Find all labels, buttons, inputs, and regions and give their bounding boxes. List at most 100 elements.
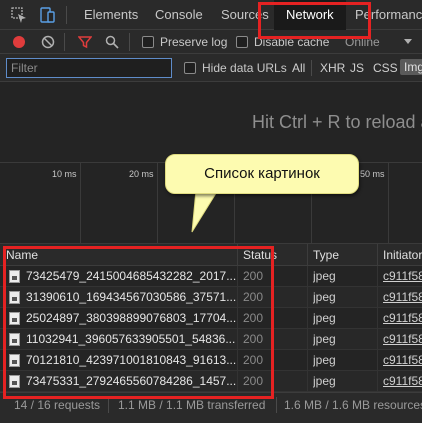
status-divider bbox=[276, 397, 277, 413]
hide-data-urls-label: Hide data URLs bbox=[202, 61, 287, 75]
record-icon[interactable] bbox=[12, 35, 26, 49]
request-initiator-link[interactable]: c911f58 bbox=[383, 350, 422, 371]
tab-elements[interactable]: Elements bbox=[84, 0, 138, 30]
column-status[interactable]: Status bbox=[237, 244, 277, 266]
type-filter-css[interactable]: CSS bbox=[373, 61, 398, 75]
column-initiator[interactable]: Initiator bbox=[377, 244, 422, 266]
tab-network[interactable]: Network bbox=[274, 0, 346, 30]
image-file-icon bbox=[9, 312, 20, 325]
disable-cache-label: Disable cache bbox=[254, 35, 330, 49]
filter-icon[interactable] bbox=[78, 35, 92, 49]
transferred-size: 1.1 MB / 1.1 MB transferred bbox=[118, 398, 266, 412]
column-divider bbox=[307, 308, 308, 329]
request-initiator-link[interactable]: c911f58 bbox=[383, 266, 422, 287]
device-toolbar-icon[interactable] bbox=[38, 6, 56, 24]
request-status: 200 bbox=[243, 374, 264, 388]
table-row[interactable]: 25024897_380398899076803_17704... 200 jp… bbox=[0, 308, 422, 329]
request-name: 11032941_396057633905501_54836... bbox=[26, 332, 236, 346]
clear-icon[interactable] bbox=[41, 35, 55, 49]
column-divider bbox=[237, 287, 238, 308]
column-divider bbox=[377, 287, 378, 308]
reload-hint: Hit Ctrl + R to reload a bbox=[252, 112, 422, 132]
tab-performance[interactable]: Performance bbox=[355, 0, 422, 30]
toolbar-divider bbox=[64, 33, 65, 51]
request-name: 73425479_241500468543228​2_2017... bbox=[26, 269, 236, 283]
hide-data-urls-checkbox[interactable] bbox=[184, 62, 196, 74]
request-status: 200 bbox=[243, 290, 264, 304]
preserve-log-checkbox[interactable] bbox=[142, 36, 154, 48]
column-divider bbox=[307, 287, 308, 308]
image-file-icon bbox=[9, 333, 20, 346]
request-name: 31390610_169434567030586_37571... bbox=[26, 290, 236, 304]
column-divider bbox=[237, 329, 238, 350]
search-icon[interactable] bbox=[105, 35, 119, 49]
request-type: jpeg bbox=[313, 374, 336, 388]
table-row[interactable]: 70121810_423971001810843_91613... 200 jp… bbox=[0, 350, 422, 371]
timeline-gridline bbox=[157, 163, 158, 245]
image-file-icon bbox=[9, 270, 20, 283]
toolbar-divider bbox=[129, 33, 130, 51]
request-status: 200 bbox=[243, 353, 264, 367]
column-name[interactable]: Name bbox=[0, 244, 38, 266]
request-status: 200 bbox=[243, 269, 264, 283]
image-list-callout: Список картинок bbox=[165, 154, 359, 194]
callout-pointer bbox=[191, 190, 219, 233]
requests-table-header: Name Status Type Initiator bbox=[0, 244, 422, 266]
timeline-tick-label: 20 ms bbox=[129, 169, 154, 179]
tab-sources[interactable]: Sources bbox=[221, 0, 269, 30]
request-name: 25024897_380398899076803_17704... bbox=[26, 311, 236, 325]
timeline-gridline bbox=[388, 163, 389, 245]
type-filter-xhr[interactable]: XHR bbox=[320, 61, 345, 75]
network-toolbar: Preserve log Disable cache Online bbox=[0, 30, 422, 54]
column-divider bbox=[237, 308, 238, 329]
column-divider bbox=[377, 350, 378, 371]
request-initiator-link[interactable]: c911f58 bbox=[383, 371, 422, 392]
request-status: 200 bbox=[243, 332, 264, 346]
column-divider bbox=[307, 266, 308, 287]
filter-input[interactable] bbox=[6, 58, 172, 78]
request-type: jpeg bbox=[313, 311, 336, 325]
chevron-down-icon[interactable] bbox=[403, 38, 413, 46]
table-row[interactable]: 73425479_241500468543228​2_2017... 200 j… bbox=[0, 266, 422, 287]
filter-bar: Hide data URLs All XHR JS CSS Img bbox=[0, 54, 422, 82]
request-type: jpeg bbox=[313, 332, 336, 346]
column-divider bbox=[237, 371, 238, 392]
timeline-tick-label: 50 ms bbox=[360, 169, 385, 179]
column-divider bbox=[377, 266, 378, 287]
timeline-tick-label: 10 ms bbox=[52, 169, 77, 179]
request-initiator-link[interactable]: c911f58 bbox=[383, 287, 422, 308]
request-initiator-link[interactable]: c911f58 bbox=[383, 329, 422, 350]
tabbar-divider bbox=[66, 6, 67, 24]
filter-divider bbox=[311, 60, 312, 76]
column-divider bbox=[237, 350, 238, 371]
column-divider bbox=[237, 266, 238, 287]
request-status: 200 bbox=[243, 311, 264, 325]
table-row[interactable]: 31390610_169434567030586_37571... 200 jp… bbox=[0, 287, 422, 308]
timeline-gridline bbox=[80, 163, 81, 245]
request-type: jpeg bbox=[313, 353, 336, 367]
column-divider bbox=[377, 329, 378, 350]
image-file-icon bbox=[9, 354, 20, 367]
requests-list: 73425479_241500468543228​2_2017... 200 j… bbox=[0, 266, 422, 392]
throttling-select[interactable]: Online bbox=[345, 35, 380, 49]
type-filter-all[interactable]: All bbox=[292, 61, 305, 75]
status-divider bbox=[108, 397, 109, 413]
table-row[interactable]: 73475331_279246556078428​6_1457... 200 j… bbox=[0, 371, 422, 392]
type-filter-js[interactable]: JS bbox=[350, 61, 364, 75]
image-file-icon bbox=[9, 291, 20, 304]
network-status-bar: 14 / 16 requests 1.1 MB / 1.1 MB transfe… bbox=[0, 392, 422, 423]
request-initiator-link[interactable]: c911f58 bbox=[383, 308, 422, 329]
request-name: 73475331_279246556078428​6_1457... bbox=[26, 374, 236, 388]
table-row[interactable]: 11032941_396057633905501_54836... 200 jp… bbox=[0, 329, 422, 350]
type-filter-img[interactable]: Img bbox=[400, 59, 422, 75]
preserve-log-label: Preserve log bbox=[160, 35, 228, 49]
column-type[interactable]: Type bbox=[307, 244, 339, 266]
devtools-tabbar: Elements Console Sources Network Perform… bbox=[0, 0, 422, 30]
column-divider bbox=[307, 350, 308, 371]
inspect-cursor-icon[interactable] bbox=[10, 6, 28, 24]
column-divider bbox=[377, 371, 378, 392]
disable-cache-checkbox[interactable] bbox=[236, 36, 248, 48]
request-type: jpeg bbox=[313, 290, 336, 304]
tab-console[interactable]: Console bbox=[155, 0, 203, 30]
column-divider bbox=[307, 329, 308, 350]
